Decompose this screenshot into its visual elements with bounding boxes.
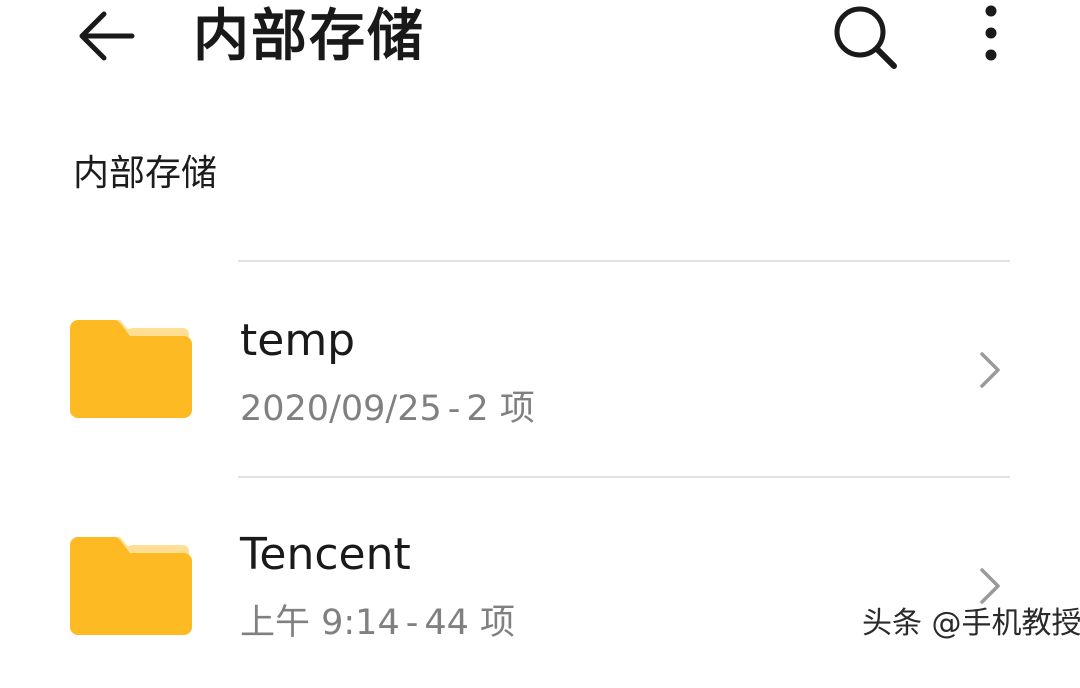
folder-name: temp — [240, 315, 356, 366]
search-icon — [834, 6, 897, 69]
more-vertical-icon — [985, 5, 997, 61]
chevron-right-icon — [980, 568, 1000, 604]
folder-name: Tencent — [240, 529, 411, 580]
search-button[interactable] — [826, 0, 906, 72]
meta-separator: - — [447, 389, 461, 429]
folder-icon — [70, 320, 192, 418]
folder-item-count: 44 项 — [424, 603, 516, 643]
back-button[interactable] — [70, 4, 140, 68]
folder-icon — [70, 537, 192, 635]
list-item-folder-temp[interactable]: temp 2020/09/25-2 项 — [0, 262, 1080, 472]
breadcrumb[interactable]: 内部存储 — [73, 150, 217, 198]
folder-item-count: 2 项 — [466, 389, 535, 429]
chevron-right-icon — [980, 352, 1000, 388]
folder-meta: 上午 9:14-44 项 — [240, 600, 515, 646]
watermark: 头条 @手机教授 — [862, 606, 1080, 641]
page-title: 内部存储 — [193, 4, 425, 69]
more-options-button[interactable] — [968, 2, 1014, 68]
meta-separator: - — [405, 603, 419, 643]
arrow-left-icon — [79, 11, 135, 61]
folder-date: 2020/09/25 — [240, 389, 442, 429]
folder-date: 上午 9:14 — [240, 603, 400, 643]
folder-meta: 2020/09/25-2 项 — [240, 386, 535, 432]
app-bar: 内部存储 — [0, 0, 1080, 80]
